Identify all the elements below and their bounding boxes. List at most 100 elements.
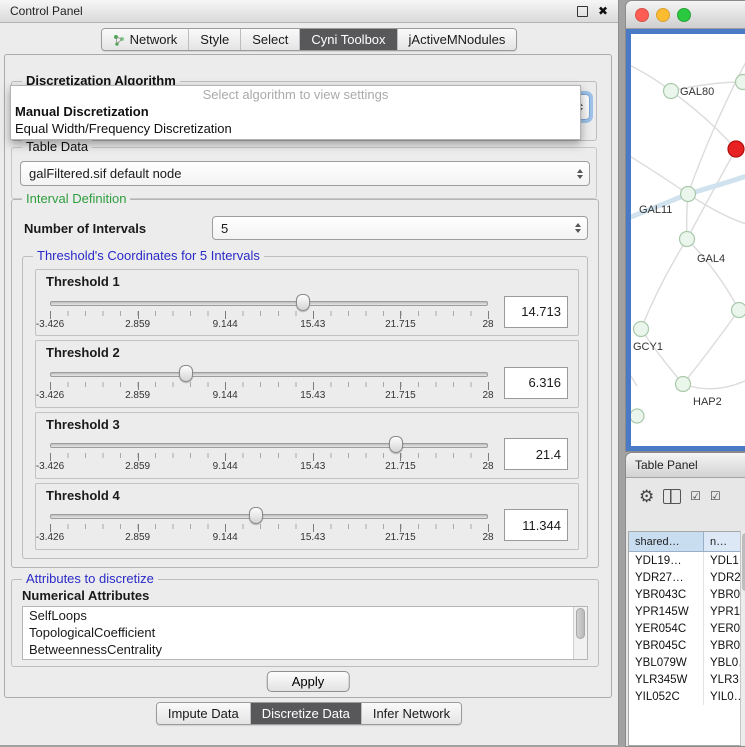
column-header-name[interactable]: n… <box>704 532 740 551</box>
table-row[interactable]: YPR145WYPR1… <box>629 603 740 620</box>
threshold-2-slider[interactable]: -3.426 2.859 9.144 15.43 21.715 28 <box>50 364 488 402</box>
node-attribute-table[interactable]: shared… n… YDL19…YDL1… YDR27…YDR2… YBR04… <box>628 531 741 746</box>
tab-network[interactable]: Network <box>102 29 189 50</box>
control-panel-window: Control Panel ✖ Network Style Select Cyn… <box>0 0 619 745</box>
table-cell[interactable]: YLR3… <box>704 671 740 688</box>
apply-button[interactable]: Apply <box>267 671 350 692</box>
slider-track[interactable] <box>50 301 488 306</box>
slider-thumb[interactable] <box>296 294 310 311</box>
network-node[interactable] <box>736 75 745 90</box>
combo-stepper-icon <box>571 169 583 179</box>
thresholds-group: Threshold's Coordinates for 5 Intervals … <box>22 256 588 559</box>
select-all-checkbox-icon[interactable]: ☑ <box>710 490 721 502</box>
group-title: Interval Definition <box>22 191 130 206</box>
tab-impute-data[interactable]: Impute Data <box>157 703 250 724</box>
tab-style[interactable]: Style <box>188 29 240 50</box>
list-item[interactable]: TopologicalCoefficient <box>23 624 587 641</box>
node-label: GCY1 <box>633 341 663 353</box>
node-gal80[interactable] <box>664 84 679 99</box>
table-row[interactable]: YER054CYER0… <box>629 620 740 637</box>
node-gcy1[interactable] <box>634 322 649 337</box>
table-row[interactable]: YBR043CYBR0… <box>629 586 740 603</box>
window-title: Control Panel <box>10 4 83 18</box>
tab-label: Style <box>200 32 229 47</box>
table-cell[interactable]: YDL1… <box>704 552 740 569</box>
numerical-attributes-list[interactable]: SelfLoops TopologicalCoefficient Between… <box>22 606 588 660</box>
table-data-select[interactable]: galFiltered.sif default node <box>20 161 590 186</box>
table-cell[interactable]: YBR0… <box>704 637 740 654</box>
table-cell[interactable]: YBL079W <box>629 654 704 671</box>
table-cell[interactable]: YDL19… <box>629 552 704 569</box>
table-cell[interactable]: YBR045C <box>629 637 704 654</box>
slider-thumb[interactable] <box>389 436 403 453</box>
slider-thumb[interactable] <box>179 365 193 382</box>
network-canvas[interactable]: GAL80 GAL11 GAL4 GCY1 HAP2 <box>631 34 745 446</box>
column-header-shared-name[interactable]: shared… <box>629 532 704 551</box>
tab-jactivemnodules[interactable]: jActiveMNodules <box>397 29 517 50</box>
node-hap2[interactable] <box>676 377 691 392</box>
threshold-3-slider[interactable]: -3.426 2.859 9.144 15.43 21.715 28 <box>50 435 488 473</box>
selected-red-node[interactable] <box>728 141 744 157</box>
gear-icon[interactable]: ⚙ <box>639 488 654 505</box>
numerical-attributes-label: Numerical Attributes <box>22 588 149 603</box>
cyni-toolbox-panel: Discretization Algorithm Select algorith… <box>4 54 612 698</box>
threshold-1-slider[interactable]: -3.426 2.859 9.144 15.43 21.715 28 <box>50 293 488 331</box>
tab-discretize-data[interactable]: Discretize Data <box>250 703 361 724</box>
table-row[interactable]: YIL052CYIL0… <box>629 688 740 705</box>
table-row[interactable]: YDL19…YDL1… <box>629 552 740 569</box>
select-all-checkbox-icon[interactable]: ☑ <box>690 490 701 502</box>
table-cell[interactable]: YLR345W <box>629 671 704 688</box>
node-gal11[interactable] <box>681 187 696 202</box>
threshold-4-value[interactable]: 11.344 <box>504 509 568 541</box>
zoom-button[interactable] <box>677 8 691 22</box>
dropdown-option-manual-discretization[interactable]: Manual Discretization <box>11 103 580 120</box>
dropdown-option-equal-width[interactable]: Equal Width/Frequency Discretization <box>11 120 580 137</box>
minimize-button[interactable] <box>656 8 670 22</box>
table-cell[interactable]: YIL052C <box>629 688 704 705</box>
network-node[interactable] <box>732 303 745 318</box>
table-cell[interactable]: YER054C <box>629 620 704 637</box>
tab-infer-network[interactable]: Infer Network <box>361 703 461 724</box>
list-item[interactable]: BetweennessCentrality <box>23 641 587 658</box>
table-cell[interactable]: YBL0… <box>704 654 740 671</box>
threshold-1-value[interactable]: 14.713 <box>504 296 568 328</box>
tab-cyni-toolbox[interactable]: Cyni Toolbox <box>299 29 396 50</box>
slider-track[interactable] <box>50 443 488 448</box>
table-scrollbar[interactable] <box>740 531 745 745</box>
tab-label: Impute Data <box>168 706 239 721</box>
slider-track[interactable] <box>50 514 488 519</box>
table-row[interactable]: YBL079WYBL0… <box>629 654 740 671</box>
table-cell[interactable]: YDR2… <box>704 569 740 586</box>
table-row[interactable]: YBR045CYBR0… <box>629 637 740 654</box>
tab-select[interactable]: Select <box>240 29 299 50</box>
table-cell[interactable]: YBR043C <box>629 586 704 603</box>
table-row[interactable]: YLR345WYLR3… <box>629 671 740 688</box>
slider-thumb[interactable] <box>249 507 263 524</box>
network-node[interactable] <box>631 409 644 423</box>
close-button[interactable] <box>635 8 649 22</box>
threshold-3-value[interactable]: 21.4 <box>504 438 568 470</box>
table-cell[interactable]: YPR1… <box>704 603 740 620</box>
table-cell[interactable]: YDR27… <box>629 569 704 586</box>
node-gal4[interactable] <box>680 232 695 247</box>
top-tab-bar: Network Style Select Cyni Toolbox jActiv… <box>0 28 618 51</box>
slider-track[interactable] <box>50 372 488 377</box>
attributes-list-scrollbar[interactable] <box>573 607 587 659</box>
table-cell[interactable]: YER0… <box>704 620 740 637</box>
number-of-intervals-select[interactable]: 5 <box>212 216 588 240</box>
close-icon[interactable]: ✖ <box>598 5 608 17</box>
list-item[interactable]: SelfLoops <box>23 607 587 624</box>
table-cell[interactable]: YPR145W <box>629 603 704 620</box>
tab-label: jActiveMNodules <box>409 32 506 47</box>
column-settings-icon[interactable] <box>663 489 681 504</box>
scrollbar-thumb[interactable] <box>576 608 585 639</box>
threshold-2-value[interactable]: 6.316 <box>504 367 568 399</box>
table-cell[interactable]: YBR0… <box>704 586 740 603</box>
table-row[interactable]: YDR27…YDR2… <box>629 569 740 586</box>
table-header-row: shared… n… <box>629 532 740 552</box>
float-window-icon[interactable] <box>577 6 588 17</box>
node-label: GAL11 <box>639 204 672 216</box>
table-cell[interactable]: YIL0… <box>704 688 740 705</box>
threshold-4-slider[interactable]: -3.426 2.859 9.144 15.43 21.715 28 <box>50 506 488 544</box>
number-of-intervals-row: Number of Intervals 5 <box>24 216 588 240</box>
